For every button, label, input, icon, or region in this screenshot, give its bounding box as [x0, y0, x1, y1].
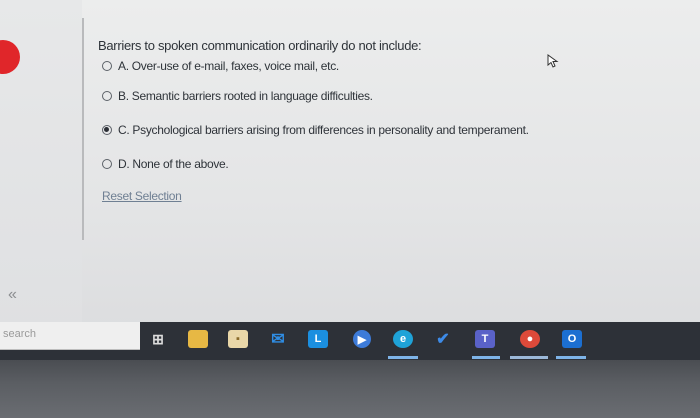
taskbar-search-input[interactable]: search [0, 322, 140, 350]
panel-divider [82, 18, 84, 240]
radio-option-b[interactable] [102, 91, 112, 101]
collapse-sidebar-icon[interactable]: « [8, 286, 17, 304]
question-panel: Barriers to spoken communication ordinar… [98, 38, 529, 205]
option-c-label[interactable]: C. Psychological barriers arising from d… [118, 123, 529, 137]
edge-active-indicator [388, 356, 418, 359]
file-explorer-icon[interactable] [188, 330, 208, 348]
outlook-active-indicator [556, 356, 586, 359]
outlook-icon[interactable]: O [562, 330, 582, 348]
option-b[interactable]: B. Semantic barriers rooted in language … [102, 89, 529, 103]
monitor-bezel [0, 360, 700, 418]
chrome-icon[interactable]: ● [520, 330, 540, 348]
option-d[interactable]: D. None of the above. [102, 157, 529, 171]
reset-selection-link[interactable]: Reset Selection [102, 189, 182, 203]
radio-option-a[interactable] [102, 61, 112, 71]
option-b-label[interactable]: B. Semantic barriers rooted in language … [118, 89, 373, 103]
radio-option-c[interactable] [102, 125, 112, 135]
notification-dot[interactable] [0, 40, 20, 74]
launcher-l-icon[interactable]: L [308, 330, 328, 348]
notepad-icon[interactable]: ▪ [228, 330, 248, 348]
mail-icon[interactable]: ✉ [268, 330, 288, 348]
teams-active-indicator [472, 356, 500, 359]
mouse-cursor-icon [547, 54, 559, 68]
task-view-icon[interactable]: ⊞ [148, 330, 168, 348]
option-d-label[interactable]: D. None of the above. [118, 157, 229, 171]
edge-icon[interactable]: e [393, 330, 413, 348]
option-c[interactable]: C. Psychological barriers arising from d… [102, 123, 529, 137]
option-a[interactable]: A. Over-use of e-mail, faxes, voice mail… [102, 59, 529, 73]
question-prompt: Barriers to spoken communication ordinar… [98, 38, 422, 53]
teams-icon[interactable]: T [475, 330, 495, 348]
media-player-icon[interactable]: ▶ [353, 330, 371, 348]
radio-option-d[interactable] [102, 159, 112, 169]
chrome-active-indicator [510, 356, 548, 359]
browser-viewport: « Barriers to spoken communication ordin… [0, 0, 700, 330]
todo-check-icon[interactable]: ✔ [433, 330, 453, 348]
option-a-label[interactable]: A. Over-use of e-mail, faxes, voice mail… [118, 59, 339, 73]
left-panel: « [0, 0, 82, 330]
